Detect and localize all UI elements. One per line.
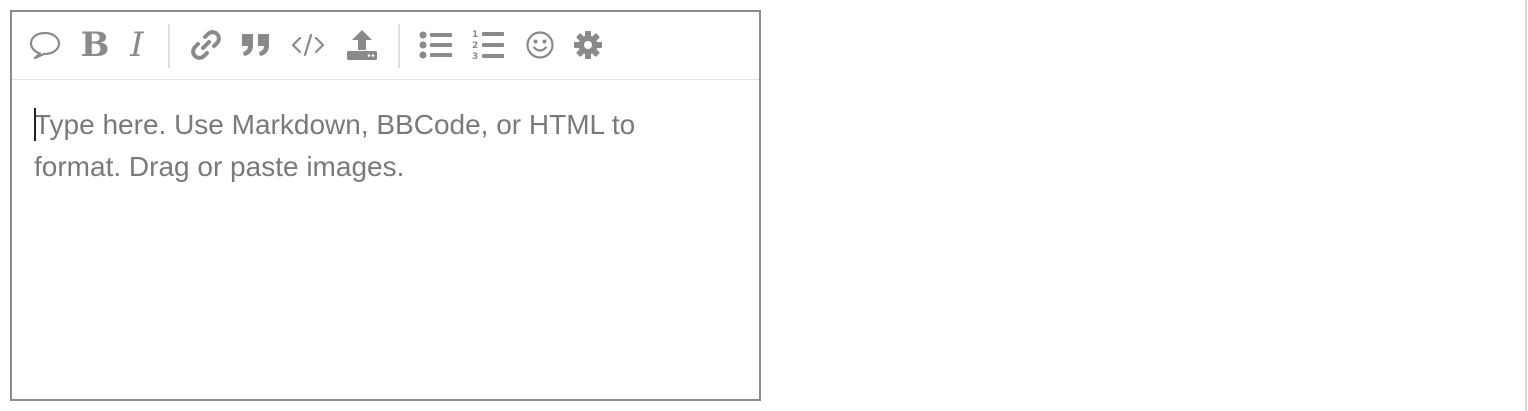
speech-bubble-icon [28, 30, 62, 60]
svg-text:3: 3 [472, 52, 478, 61]
toolbar-separator [168, 24, 170, 68]
quote-icon [240, 31, 272, 59]
link-button[interactable] [188, 26, 224, 64]
italic-icon: I [130, 25, 144, 65]
numbered-list-icon: 1 2 3 [471, 29, 505, 61]
bold-button[interactable]: B [78, 26, 112, 64]
code-button[interactable] [290, 26, 326, 64]
svg-text:1: 1 [472, 30, 478, 40]
message-textarea[interactable]: Type here. Use Markdown, BBCode, or HTML… [12, 80, 759, 399]
emoji-button[interactable] [522, 26, 558, 64]
bold-icon: B [80, 25, 110, 65]
link-icon [190, 29, 222, 61]
editor-toolbar: B I 1 2 3 [12, 12, 759, 80]
upload-icon [345, 29, 379, 61]
text-caret [34, 108, 36, 141]
smiley-icon [525, 30, 555, 60]
settings-button[interactable] [570, 26, 606, 64]
blockquote-button[interactable] [238, 26, 274, 64]
bullet-list-button[interactable] [418, 26, 454, 64]
upload-button[interactable] [344, 26, 380, 64]
numbered-list-button[interactable]: 1 2 3 [470, 26, 506, 64]
svg-text:2: 2 [472, 41, 478, 51]
bullet-list-icon [419, 31, 453, 59]
italic-button[interactable]: I [122, 26, 152, 64]
toolbar-separator [398, 24, 400, 68]
gear-icon [573, 30, 603, 60]
code-icon [290, 32, 326, 58]
speech-bubble-button[interactable] [26, 26, 64, 64]
page-right-border [1525, 0, 1527, 411]
textarea-placeholder: Type here. Use Markdown, BBCode, or HTML… [34, 109, 636, 182]
comment-editor: B I 1 2 3 Type here. Use Markdown, BBCod… [10, 10, 761, 401]
